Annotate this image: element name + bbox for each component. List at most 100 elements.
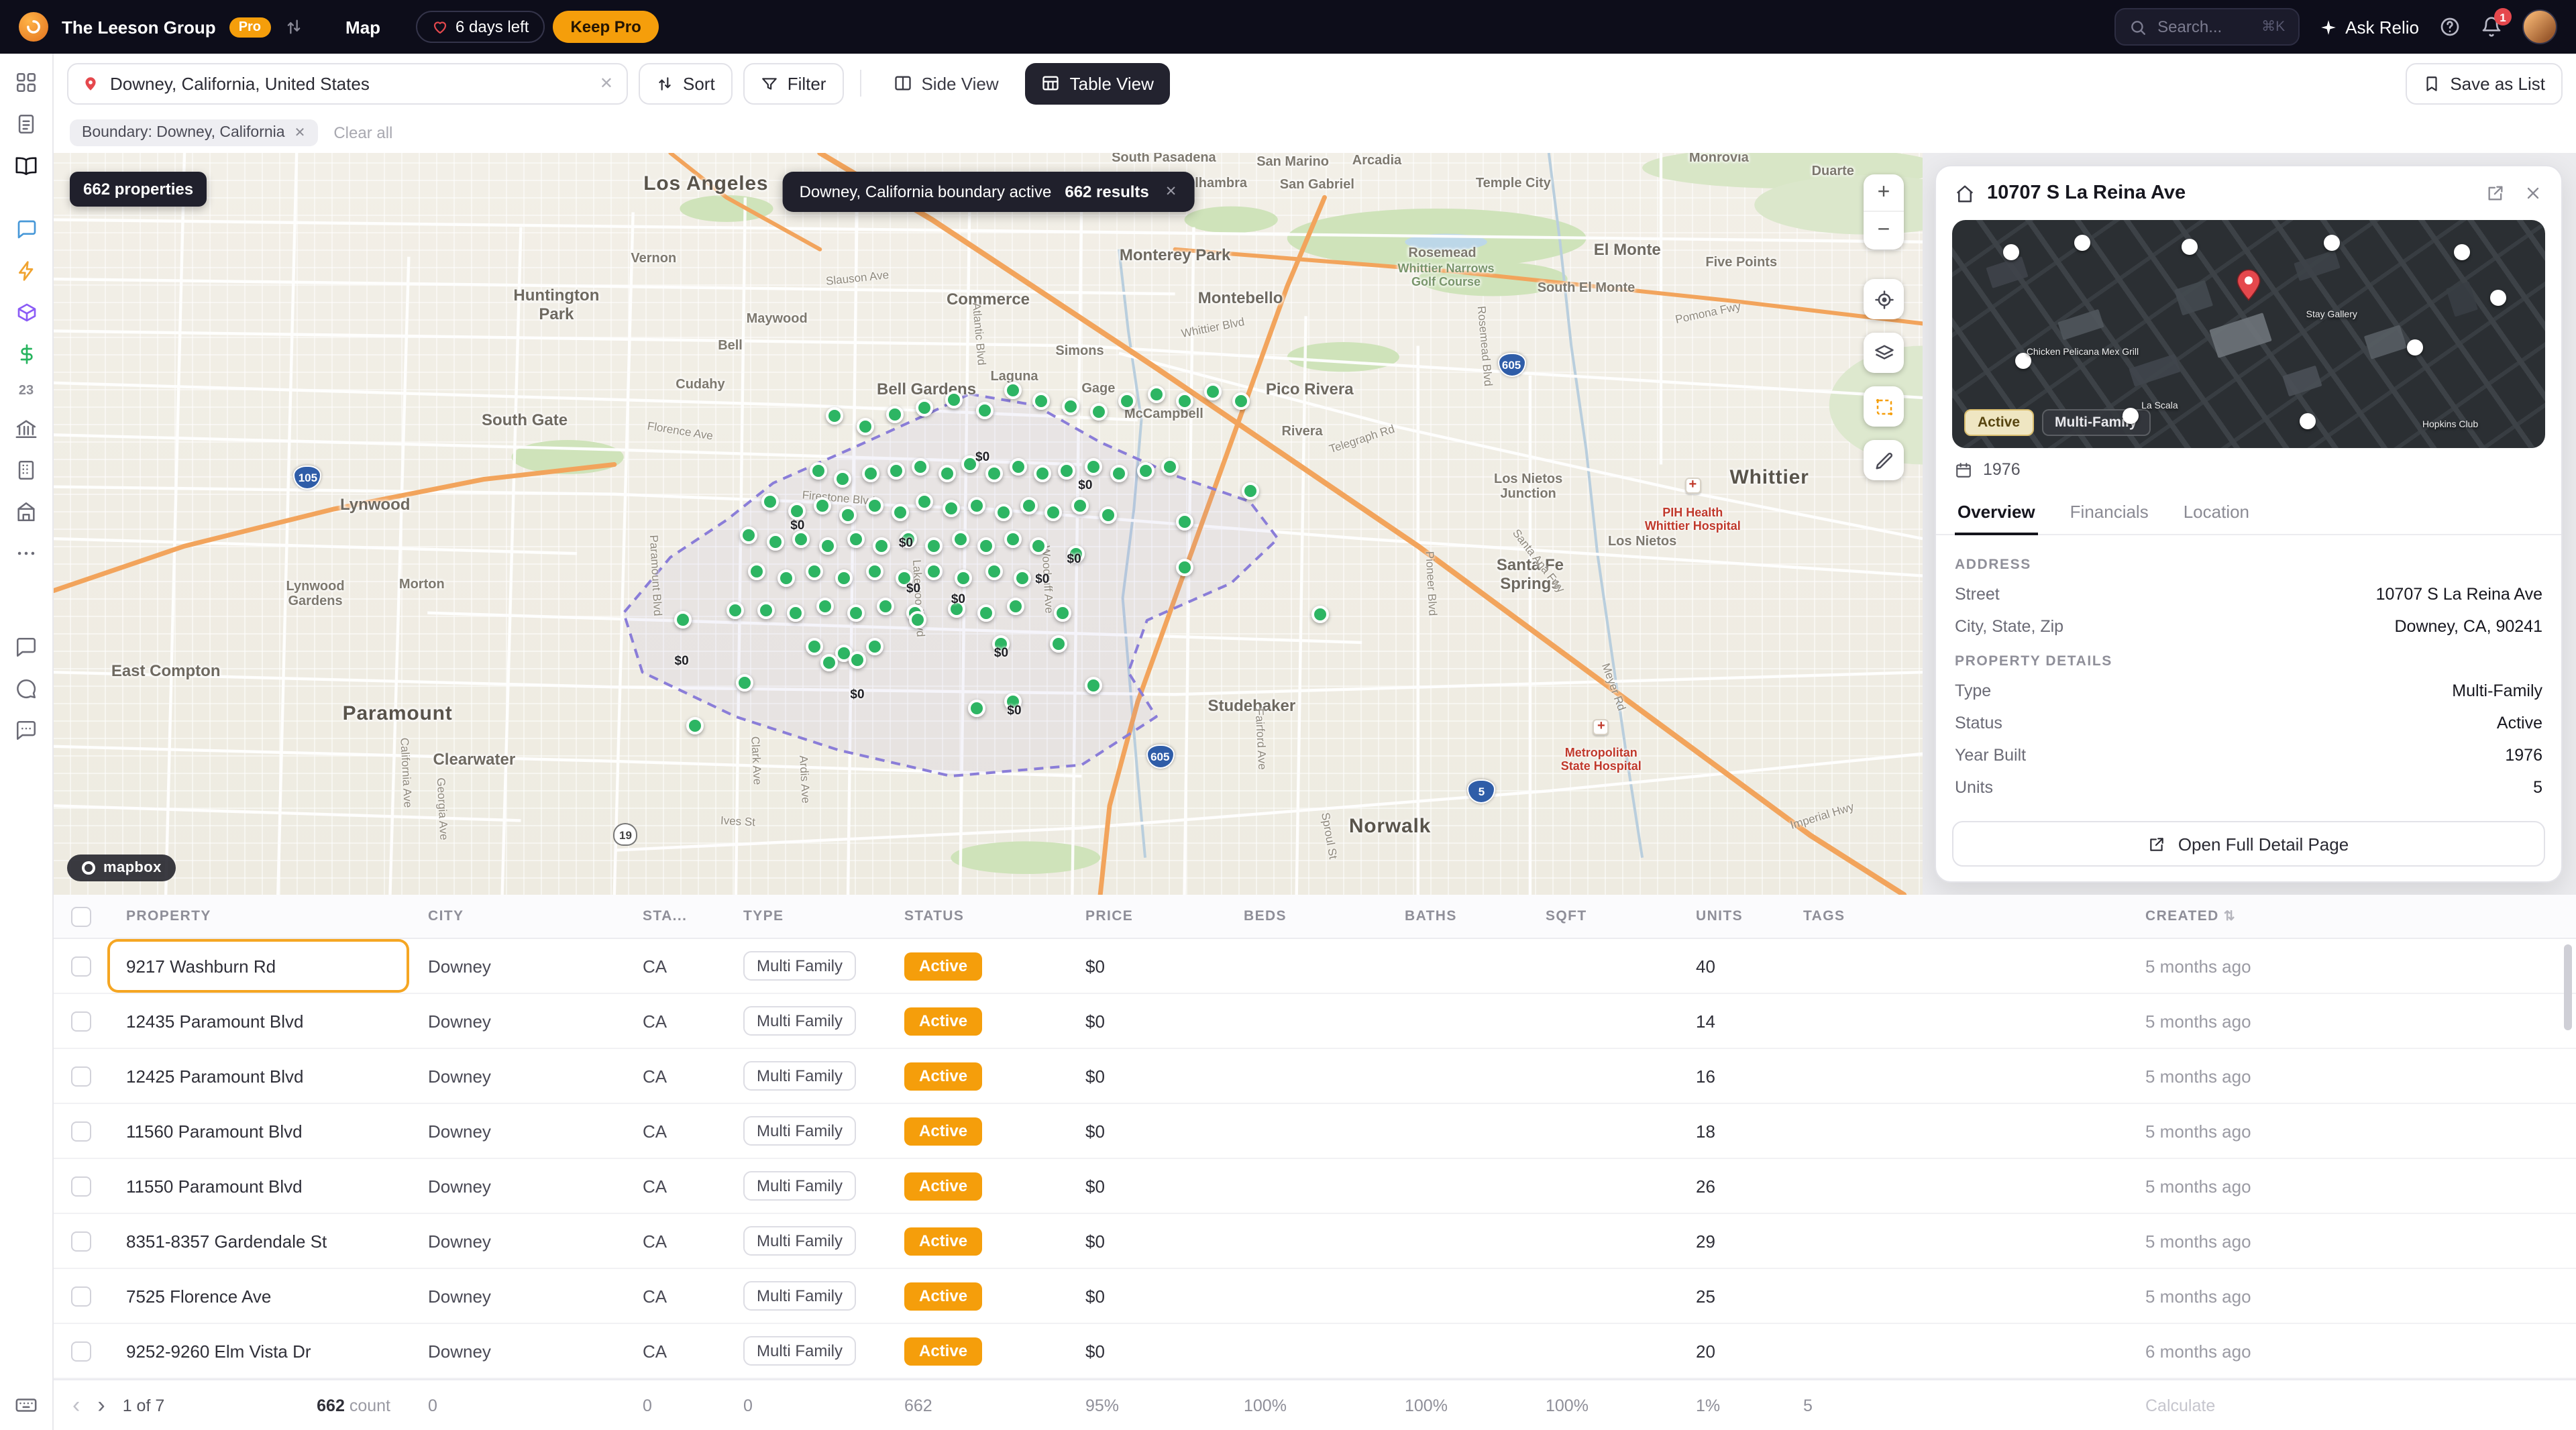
- col-header-city[interactable]: CITY: [409, 908, 624, 924]
- property-marker[interactable]: [916, 399, 933, 417]
- col-header-baths[interactable]: BATHS: [1386, 908, 1527, 924]
- select-all-checkbox[interactable]: [70, 906, 91, 926]
- property-marker[interactable]: [839, 507, 857, 525]
- property-marker[interactable]: [847, 530, 864, 547]
- locate-button[interactable]: [1864, 279, 1904, 319]
- help-button[interactable]: [2439, 16, 2461, 38]
- property-marker[interactable]: [948, 600, 965, 618]
- property-marker[interactable]: [877, 598, 894, 616]
- property-marker[interactable]: [789, 502, 806, 519]
- property-marker[interactable]: [1067, 545, 1085, 562]
- property-marker[interactable]: [993, 635, 1010, 652]
- toast-close-icon[interactable]: ✕: [1165, 184, 1177, 200]
- property-marker[interactable]: [727, 602, 745, 619]
- property-marker[interactable]: [675, 612, 692, 629]
- table-row[interactable]: 9252-9260 Elm Vista DrDowneyCAMulti Fami…: [54, 1324, 2576, 1379]
- property-marker[interactable]: [938, 465, 956, 482]
- property-marker[interactable]: [865, 497, 883, 514]
- global-search[interactable]: Search... ⌘K: [2114, 8, 2300, 46]
- property-marker[interactable]: [809, 461, 826, 479]
- apps-grid-icon[interactable]: [14, 70, 38, 94]
- property-marker[interactable]: [968, 497, 985, 514]
- table-row[interactable]: 9217 Washburn RdDowneyCAMulti FamilyActi…: [54, 939, 2576, 994]
- property-marker[interactable]: [985, 465, 1002, 482]
- property-marker[interactable]: [985, 563, 1002, 580]
- property-marker[interactable]: [1312, 606, 1330, 623]
- property-marker[interactable]: [806, 563, 823, 580]
- col-header-beds[interactable]: BEDS: [1225, 908, 1386, 924]
- chat-square-icon[interactable]: [14, 635, 38, 659]
- created-sort-icon[interactable]: ⇅: [2219, 910, 2236, 924]
- landmark-icon[interactable]: [14, 499, 38, 523]
- row-checkbox[interactable]: [70, 1011, 91, 1031]
- property-marker[interactable]: [1020, 497, 1038, 514]
- property-marker[interactable]: [994, 503, 1012, 520]
- row-checkbox[interactable]: [70, 1231, 91, 1251]
- row-checkbox[interactable]: [70, 1286, 91, 1306]
- notifications-button[interactable]: 1: [2481, 16, 2502, 38]
- property-marker[interactable]: [737, 674, 754, 692]
- property-marker[interactable]: [1062, 398, 1079, 415]
- property-marker[interactable]: [886, 405, 904, 423]
- property-marker[interactable]: [888, 461, 905, 479]
- user-avatar[interactable]: [2522, 9, 2557, 44]
- property-marker[interactable]: [856, 417, 873, 435]
- col-header-sqft[interactable]: SQFT: [1527, 908, 1677, 924]
- more-options-icon[interactable]: [14, 541, 38, 565]
- property-marker[interactable]: [849, 651, 866, 668]
- keyboard-icon[interactable]: [14, 1392, 38, 1417]
- table-row[interactable]: 12425 Paramount BlvdDowneyCAMulti Family…: [54, 1049, 2576, 1104]
- property-marker[interactable]: [861, 465, 879, 482]
- draw-button[interactable]: [1864, 440, 1904, 480]
- row-checkbox[interactable]: [70, 1066, 91, 1086]
- property-marker[interactable]: [865, 637, 883, 655]
- save-as-list-button[interactable]: Save as List: [2406, 62, 2563, 104]
- property-marker[interactable]: [1034, 465, 1051, 482]
- property-marker[interactable]: [1058, 461, 1075, 479]
- property-marker[interactable]: [1071, 497, 1089, 514]
- chat-dots-icon[interactable]: [14, 718, 38, 742]
- property-marker[interactable]: [1008, 598, 1025, 616]
- boundary-tool-button[interactable]: [1864, 386, 1904, 427]
- property-marker[interactable]: [813, 497, 830, 514]
- property-marker[interactable]: [916, 494, 933, 511]
- property-marker[interactable]: [1136, 461, 1154, 479]
- property-marker[interactable]: [1054, 605, 1071, 622]
- open-full-detail-button[interactable]: Open Full Detail Page: [1952, 821, 2545, 867]
- side-view-button[interactable]: Side View: [877, 62, 1014, 104]
- property-marker[interactable]: [1045, 503, 1063, 520]
- property-marker[interactable]: [912, 458, 930, 476]
- property-marker[interactable]: [977, 537, 995, 554]
- property-marker[interactable]: [1010, 458, 1027, 476]
- property-marker[interactable]: [748, 563, 765, 580]
- table-row[interactable]: 11550 Paramount BlvdDowneyCAMulti Family…: [54, 1159, 2576, 1214]
- filter-button[interactable]: Filter: [743, 62, 844, 104]
- table-row[interactable]: 11560 Paramount BlvdDowneyCAMulti Family…: [54, 1104, 2576, 1159]
- col-header-units[interactable]: UNITS: [1677, 908, 1784, 924]
- property-marker[interactable]: [975, 402, 993, 420]
- property-marker[interactable]: [777, 569, 795, 587]
- cell-property[interactable]: 7525 Florence Ave: [107, 1286, 409, 1306]
- property-marker[interactable]: [1051, 635, 1068, 652]
- integration-amber-icon[interactable]: [14, 259, 38, 283]
- table-row[interactable]: 8351-8357 Gardendale StDowneyCAMulti Fam…: [54, 1214, 2576, 1269]
- next-page-button[interactable]: ›: [97, 1394, 105, 1417]
- tab-location[interactable]: Location: [2181, 491, 2252, 534]
- property-marker[interactable]: [740, 527, 757, 544]
- property-marker[interactable]: [896, 569, 913, 587]
- clear-search-icon[interactable]: ✕: [600, 74, 613, 93]
- cell-property[interactable]: 11550 Paramount Blvd: [107, 1176, 409, 1196]
- property-marker[interactable]: [925, 563, 943, 580]
- property-marker[interactable]: [873, 537, 890, 554]
- property-marker[interactable]: [1110, 465, 1128, 482]
- property-marker[interactable]: [818, 537, 836, 554]
- property-marker[interactable]: [834, 470, 851, 488]
- table-view-button[interactable]: Table View: [1026, 62, 1170, 104]
- cell-property[interactable]: 8351-8357 Gardendale St: [107, 1231, 409, 1251]
- property-marker[interactable]: [792, 530, 810, 547]
- property-marker[interactable]: [1241, 482, 1258, 500]
- property-marker[interactable]: [1013, 569, 1030, 587]
- table-row[interactable]: 7525 Florence AveDowneyCAMulti FamilyAct…: [54, 1269, 2576, 1324]
- location-search-input[interactable]: Downey, California, United States ✕: [67, 62, 628, 104]
- open-external-icon[interactable]: [2486, 184, 2505, 203]
